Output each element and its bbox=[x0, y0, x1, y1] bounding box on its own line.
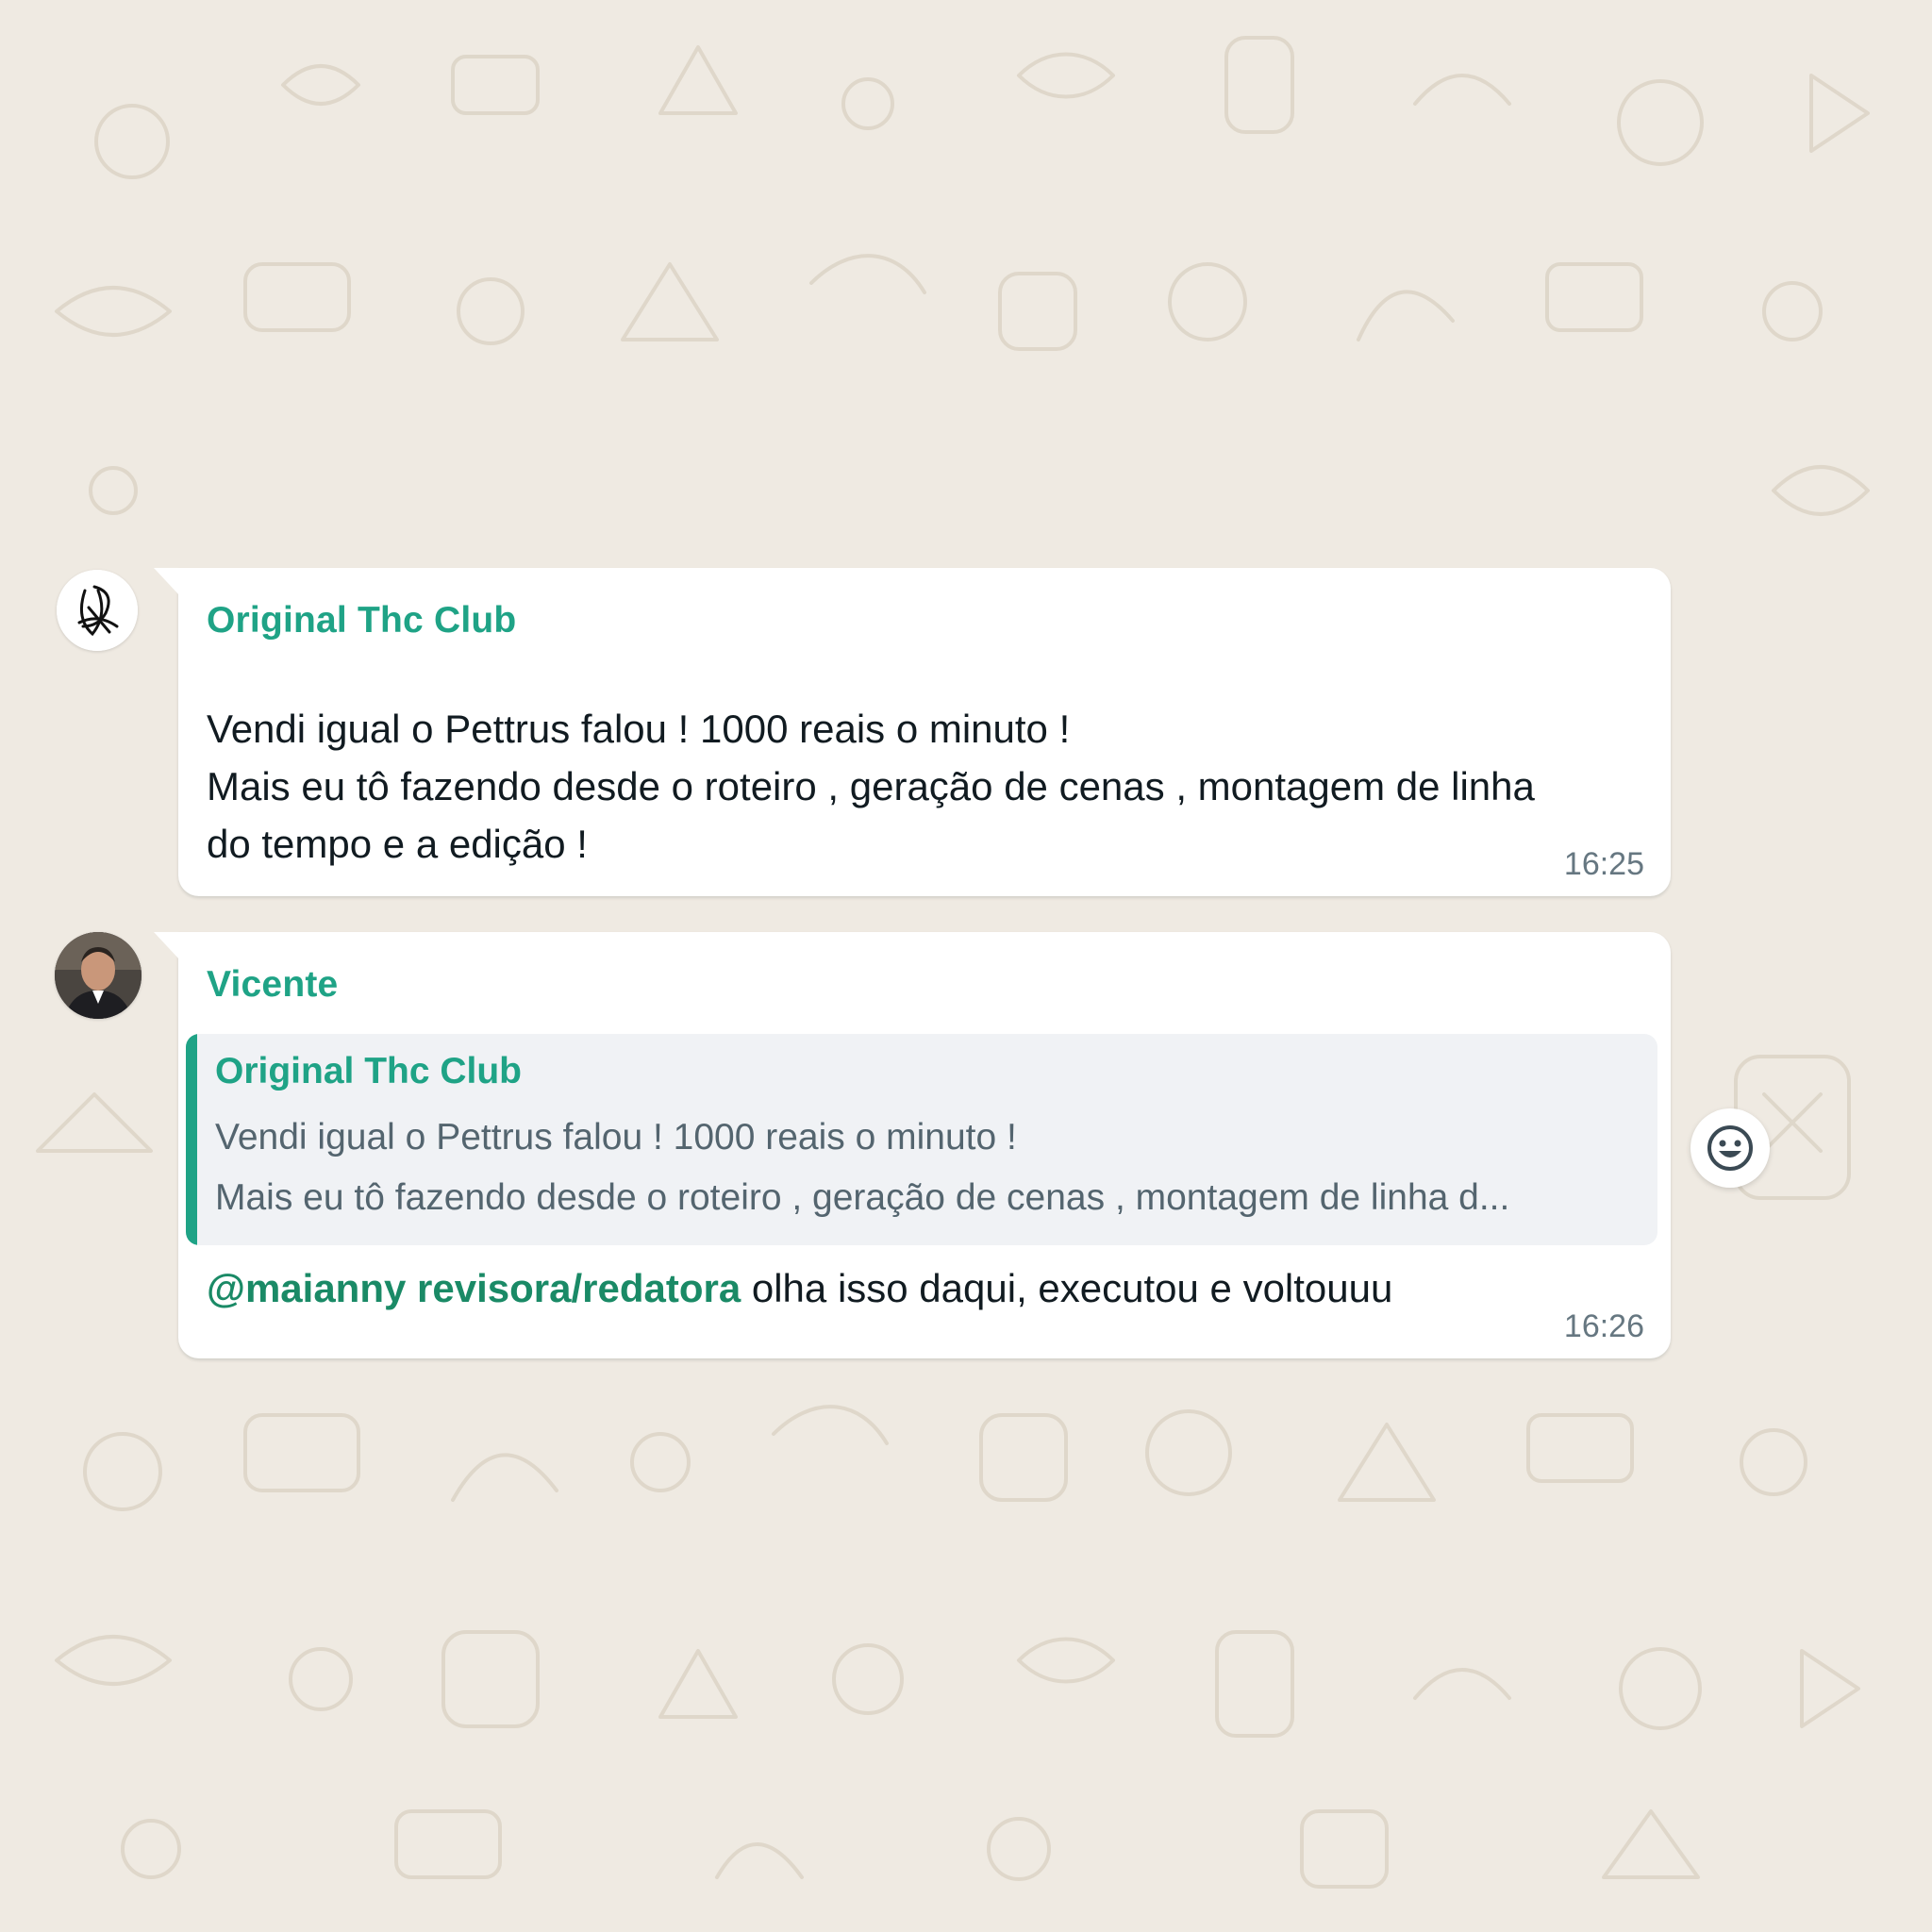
message-bubble-1[interactable]: Original Thc Club Vendi igual o Pettrus … bbox=[154, 568, 1671, 896]
message-line: Mais eu tô fazendo desde o roteiro , ger… bbox=[207, 764, 1535, 808]
bubble-tail bbox=[154, 932, 180, 960]
mention-link[interactable]: @maianny revisora/redatora bbox=[207, 1266, 741, 1310]
quote-text-line: Vendi igual o Pettrus falou ! 1000 reais… bbox=[215, 1117, 1017, 1158]
message-text: Vendi igual o Pettrus falou ! 1000 reais… bbox=[207, 700, 1641, 873]
avatar-vicente[interactable] bbox=[55, 932, 142, 1019]
quote-accent-bar bbox=[186, 1034, 197, 1245]
message-bubble-2[interactable]: Vicente Original Thc Club Vendi igual o … bbox=[154, 932, 1671, 1358]
quote-sender-name: Original Thc Club bbox=[215, 1051, 523, 1091]
message-timestamp: 16:25 bbox=[1563, 846, 1644, 882]
message-line: Vendi igual o Pettrus falou ! 1000 reais… bbox=[207, 707, 1071, 751]
reply-message-text: olha isso daqui, executou e voltouuu bbox=[741, 1266, 1393, 1310]
sender-name[interactable]: Original Thc Club bbox=[207, 600, 516, 641]
message-timestamp: 16:26 bbox=[1563, 1308, 1644, 1344]
bubble-tail bbox=[154, 568, 180, 596]
avatar-original-thc-club[interactable] bbox=[57, 570, 138, 651]
reply-text: @maianny revisora/redatora olha isso daq… bbox=[207, 1266, 1392, 1311]
person-photo-icon bbox=[55, 932, 142, 1019]
smiley-icon bbox=[1707, 1125, 1753, 1171]
quote-text-line: Mais eu tô fazendo desde o roteiro , ger… bbox=[215, 1177, 1510, 1218]
message-line: do tempo e a edição ! bbox=[207, 822, 588, 866]
reaction-button[interactable] bbox=[1690, 1108, 1770, 1188]
sender-name[interactable]: Vicente bbox=[207, 964, 338, 1006]
quoted-message[interactable]: Original Thc Club Vendi igual o Pettrus … bbox=[186, 1034, 1657, 1245]
signature-logo-icon bbox=[57, 570, 138, 651]
